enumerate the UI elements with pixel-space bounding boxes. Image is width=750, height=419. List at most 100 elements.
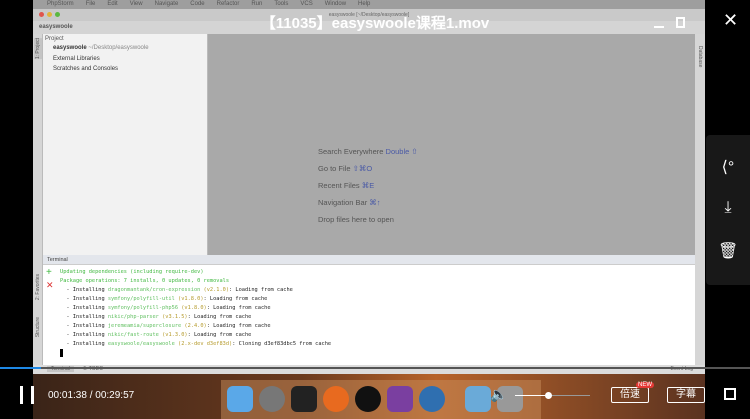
terminal-pkg: symfony/polyfill-util xyxy=(107,296,175,302)
mac-menu-item[interactable]: File xyxy=(86,0,96,9)
terminal-ver: (v1.8.0) xyxy=(178,296,204,302)
minimize-icon[interactable] xyxy=(654,26,664,28)
speed-button[interactable]: 倍速 xyxy=(611,387,649,403)
tree-item-root[interactable]: easyswoole ~/Desktop/easyswoole xyxy=(53,45,149,51)
hint-drop: Drop files here to open xyxy=(318,215,394,224)
mac-menu-item[interactable]: Navigate xyxy=(155,0,179,9)
side-tab-project[interactable]: 1: Project xyxy=(34,38,42,60)
tree-item-scratches[interactable]: Scratches and Consoles xyxy=(53,66,118,72)
tree-item-external-libraries[interactable]: External Libraries xyxy=(53,56,100,62)
video-title: 【11035】easyswoole课程1.mov xyxy=(260,15,490,32)
mac-menu-item[interactable]: PhpStorm xyxy=(47,0,74,9)
hint-key: ⌘E xyxy=(361,181,375,190)
qq-icon[interactable] xyxy=(355,386,381,412)
terminal-ver: (v2.1.0) xyxy=(203,287,230,293)
mac-menu-item[interactable]: Refactor xyxy=(217,0,240,9)
speed-label: 倍速 xyxy=(620,389,640,400)
terminal-line: - Installing nikic/fast-route (v1.3.0): … xyxy=(60,331,331,340)
terminal-ver: (2.4.0) xyxy=(184,323,207,329)
terminal-post: : Loading from cache xyxy=(203,296,268,302)
mac-menu-item[interactable]: Window xyxy=(325,0,346,9)
mac-menu-item[interactable]: Tools xyxy=(274,0,288,9)
mac-menu-item[interactable]: Run xyxy=(251,0,262,9)
share-icon[interactable]: ⟨° xyxy=(718,157,738,177)
tree-path: ~/Desktop/easyswoole xyxy=(88,45,149,51)
terminal-ver: (v1.3.0) xyxy=(162,332,188,338)
left-tool-strip: 1: Project 2: Favorites Structure xyxy=(33,34,43,365)
window-mode-icon[interactable] xyxy=(676,17,685,28)
video-frame[interactable]: PhpStorm File Edit View Navigate Code Refactor… xyxy=(33,0,705,419)
terminal-pre: - Installing xyxy=(60,296,108,302)
project-header[interactable]: Project xyxy=(45,34,64,44)
terminal-pkg: easyswoole/easyswoole xyxy=(107,341,175,347)
volume-handle[interactable] xyxy=(544,392,552,399)
pause-icon[interactable] xyxy=(20,386,34,404)
close-icon[interactable]: ✕ xyxy=(723,10,738,31)
terminal-pkg: nikic/fast-route xyxy=(107,332,159,338)
hint-key: Double ⇧ xyxy=(385,147,418,156)
right-tool-strip: Database xyxy=(695,34,705,365)
editor-welcome: Search Everywhere Double ⇧ Go to File ⇧⌘… xyxy=(208,34,695,255)
terminal-line: - Installing easyswoole/easyswoole (2.x-… xyxy=(60,340,331,349)
terminal-ver: (v1.8.0) xyxy=(181,305,207,311)
terminal-line: - Installing symfony/polyfill-php56 (v1.… xyxy=(60,304,331,313)
hint-text: Navigation Bar xyxy=(318,198,368,207)
hint-key: ⌘↑ xyxy=(369,198,381,207)
terminal-post: : Loading from cache xyxy=(206,305,271,311)
close-terminal-icon[interactable]: ✕ xyxy=(46,280,54,291)
delete-icon[interactable]: 🗑 xyxy=(718,241,738,261)
mac-menu-item[interactable]: Help xyxy=(358,0,370,9)
hint-key: ⇧⌘O xyxy=(352,164,373,173)
volume-slider[interactable] xyxy=(515,392,590,399)
mac-menubar: PhpStorm File Edit View Navigate Code Refactor… xyxy=(33,0,705,9)
terminal-line: - Installing jeremeamia/superclosure (2.… xyxy=(60,322,331,331)
hint-text: Recent Files xyxy=(318,181,360,190)
mac-menu-item[interactable]: VCS xyxy=(300,0,312,9)
hint-text: Search Everywhere xyxy=(318,147,384,156)
hint-text: Go to File xyxy=(318,164,351,173)
terminal-line: Package operations: 7 installs, 0 update… xyxy=(60,277,331,286)
mac-menu-item[interactable]: View xyxy=(130,0,143,9)
terminal-pkg: jeremeamia/superclosure xyxy=(107,323,182,329)
terminal-line: - Installing nikic/php-parser (v3.1.5): … xyxy=(60,313,331,322)
firefox-icon[interactable] xyxy=(323,386,349,412)
terminal-ver: (v3.1.5) xyxy=(162,314,188,320)
terminal-output[interactable]: Updating dependencies (including require… xyxy=(60,268,331,357)
download-icon[interactable]: ⤓ xyxy=(718,199,738,219)
terminal-ver: (2.x-dev d3ef83d) xyxy=(178,341,233,347)
terminal-pre: - Installing xyxy=(60,305,108,311)
project-panel: Project easyswoole ~/Desktop/easyswoole … xyxy=(43,34,208,255)
terminal-pkg: dragonmantank/cron-expression xyxy=(107,287,201,293)
hint-search: Search Everywhere Double ⇧ xyxy=(318,147,418,156)
launchpad-icon[interactable] xyxy=(259,386,285,412)
progress-bar[interactable] xyxy=(0,367,750,369)
terminal-panel[interactable]: Terminal + ✕ Updating dependencies (incl… xyxy=(43,255,695,365)
side-tab-structure[interactable]: Structure xyxy=(34,317,42,337)
subtitle-button[interactable]: 字幕 xyxy=(667,387,705,403)
add-terminal-icon[interactable]: + xyxy=(46,267,52,278)
side-actions: ⟨° ⤓ 🗑 xyxy=(706,135,750,285)
hint-goto: Go to File ⇧⌘O xyxy=(318,164,372,173)
phpstorm-icon[interactable] xyxy=(387,386,413,412)
terminal-pre: - Installing xyxy=(60,332,108,338)
terminal-pre: - Installing xyxy=(60,287,108,293)
side-tab-favorites[interactable]: 2: Favorites xyxy=(34,274,42,300)
terminal-post: : Loading from cache xyxy=(187,332,252,338)
new-badge: NEW xyxy=(636,382,654,388)
volume-icon[interactable]: 🔈 xyxy=(490,386,507,403)
side-tab-database[interactable]: Database xyxy=(696,46,704,67)
finder-icon[interactable] xyxy=(227,386,253,412)
mac-menu-item[interactable]: Code xyxy=(190,0,204,9)
terminal-pkg: symfony/polyfill-php56 xyxy=(107,305,179,311)
quicktime-icon[interactable] xyxy=(419,386,445,412)
terminal-pkg: nikic/php-parser xyxy=(107,314,159,320)
terminal-post: : Loading from cache xyxy=(206,323,271,329)
hint-recent: Recent Files ⌘E xyxy=(318,181,374,190)
folder-icon[interactable] xyxy=(465,386,491,412)
fullscreen-icon[interactable] xyxy=(724,388,736,400)
terminal-pkg: Updating dependencies (including require… xyxy=(60,269,204,275)
mac-menu-item[interactable]: Edit xyxy=(107,0,117,9)
terminal-line: - Installing symfony/polyfill-util (v1.8… xyxy=(60,295,331,304)
terminal-app-icon[interactable] xyxy=(291,386,317,412)
tree-label: easyswoole xyxy=(53,45,87,51)
